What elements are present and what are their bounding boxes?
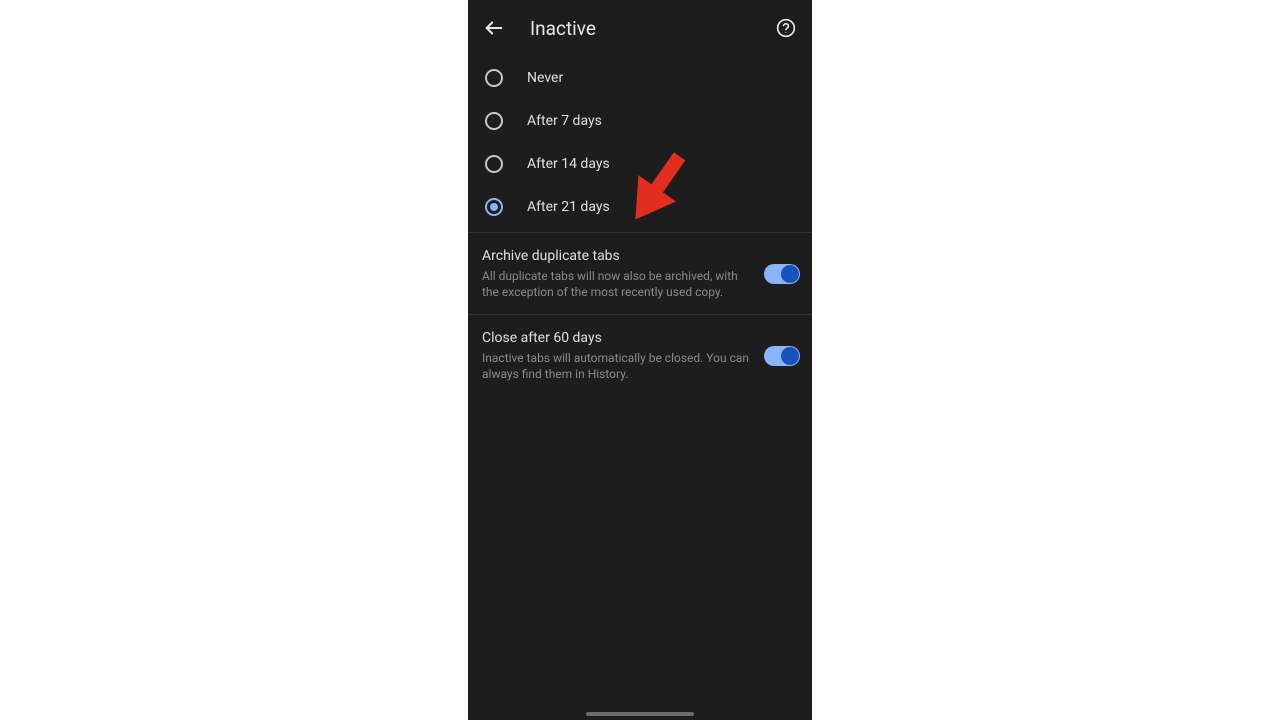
setting-text: Archive duplicate tabs All duplicate tab… [482, 247, 764, 300]
navigation-handle[interactable] [586, 712, 694, 716]
toggle-thumb [781, 265, 799, 283]
setting-close-after-60-days[interactable]: Close after 60 days Inactive tabs will a… [468, 315, 812, 396]
toggle-switch-on[interactable] [764, 264, 800, 284]
radio-icon-selected [485, 198, 503, 216]
radio-option-after-7-days[interactable]: After 7 days [468, 99, 812, 142]
arrow-left-icon [483, 17, 505, 39]
setting-description: All duplicate tabs will now also be arch… [482, 268, 752, 300]
radio-icon [485, 155, 503, 173]
radio-label: After 21 days [527, 199, 610, 215]
setting-title: Close after 60 days [482, 329, 752, 348]
setting-description: Inactive tabs will automatically be clos… [482, 350, 752, 382]
setting-title: Archive duplicate tabs [482, 247, 752, 266]
radio-option-after-21-days[interactable]: After 21 days [468, 185, 812, 228]
radio-label: Never [527, 70, 563, 86]
radio-label: After 14 days [527, 156, 610, 172]
inactive-duration-radio-group: Never After 7 days After 14 days After 2… [468, 56, 812, 232]
radio-icon [485, 112, 503, 130]
radio-option-never[interactable]: Never [468, 56, 812, 99]
phone-screen: Inactive Never After 7 days After 14 day… [468, 0, 812, 720]
help-button[interactable] [774, 16, 798, 40]
help-circle-icon [776, 18, 796, 38]
toggle-thumb [781, 347, 799, 365]
toggle-switch-on[interactable] [764, 346, 800, 366]
radio-label: After 7 days [527, 113, 602, 129]
back-button[interactable] [482, 16, 506, 40]
radio-option-after-14-days[interactable]: After 14 days [468, 142, 812, 185]
setting-archive-duplicate-tabs[interactable]: Archive duplicate tabs All duplicate tab… [468, 233, 812, 314]
page-title: Inactive [530, 17, 774, 40]
radio-icon [485, 69, 503, 87]
app-header: Inactive [468, 0, 812, 56]
setting-text: Close after 60 days Inactive tabs will a… [482, 329, 764, 382]
